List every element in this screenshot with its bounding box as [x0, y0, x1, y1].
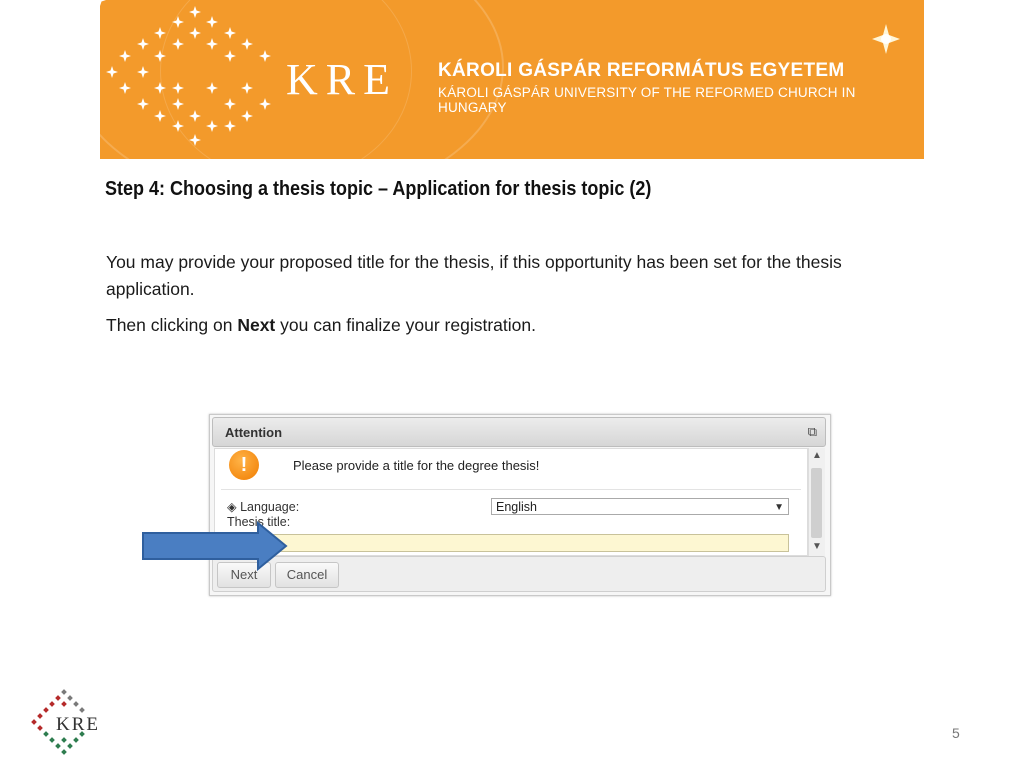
- instruction-paragraph: You may provide your proposed title for …: [106, 252, 842, 299]
- scroll-up-icon[interactable]: ▲: [812, 450, 822, 461]
- footer-logo: KRE: [31, 689, 100, 755]
- chevron-down-icon: ▼: [774, 502, 784, 513]
- instruction-prefix: Then clicking on: [106, 315, 238, 335]
- scroll-down-icon[interactable]: ▼: [812, 541, 822, 552]
- popout-icon[interactable]: ⧉: [808, 424, 817, 440]
- attention-dialog: Attention ⧉ ! Please provide a title for…: [209, 414, 831, 596]
- sparkle-icon: [872, 24, 900, 54]
- language-label: ◈ Language:: [227, 500, 300, 514]
- header-banner: KRE KÁROLI GÁSPÁR REFORMÁTUS EGYETEM KÁR…: [100, 0, 924, 159]
- scroll-thumb[interactable]: [811, 468, 822, 538]
- banner-logo-text: KRE: [286, 55, 398, 104]
- warning-icon: !: [229, 450, 259, 480]
- dialog-body: ! Please provide a title for the degree …: [214, 448, 808, 556]
- page-number: 5: [952, 725, 960, 741]
- university-name-en: KÁROLI GÁSPÁR UNIVERSITY OF THE REFORMED…: [438, 85, 856, 115]
- footer-logo-text: KRE: [56, 714, 100, 735]
- dialog-header: Attention ⧉: [212, 417, 826, 447]
- arrow-right-icon: [142, 521, 288, 571]
- university-name-hu: KÁROLI GÁSPÁR REFORMÁTUS EGYETEM: [438, 60, 845, 81]
- next-instruction-paragraph: Then clicking on Next you can finalize y…: [106, 312, 926, 339]
- warning-message: Please provide a title for the degree th…: [293, 458, 540, 473]
- next-keyword: Next: [237, 315, 276, 335]
- dialog-title: Attention: [225, 425, 283, 440]
- instruction-suffix: you can finalize your registration.: [275, 315, 536, 335]
- language-label-text: Language:: [240, 500, 300, 514]
- thesis-title-input[interactable]: [273, 534, 789, 552]
- divider: [221, 489, 801, 490]
- dialog-scrollbar[interactable]: ▲ ▼: [808, 448, 825, 556]
- language-select[interactable]: English ▼: [491, 498, 789, 515]
- dialog-footer: Next Cancel: [212, 556, 826, 592]
- language-select-value: English: [496, 500, 537, 514]
- slide-title: Step 4: Choosing a thesis topic – Applic…: [105, 178, 652, 200]
